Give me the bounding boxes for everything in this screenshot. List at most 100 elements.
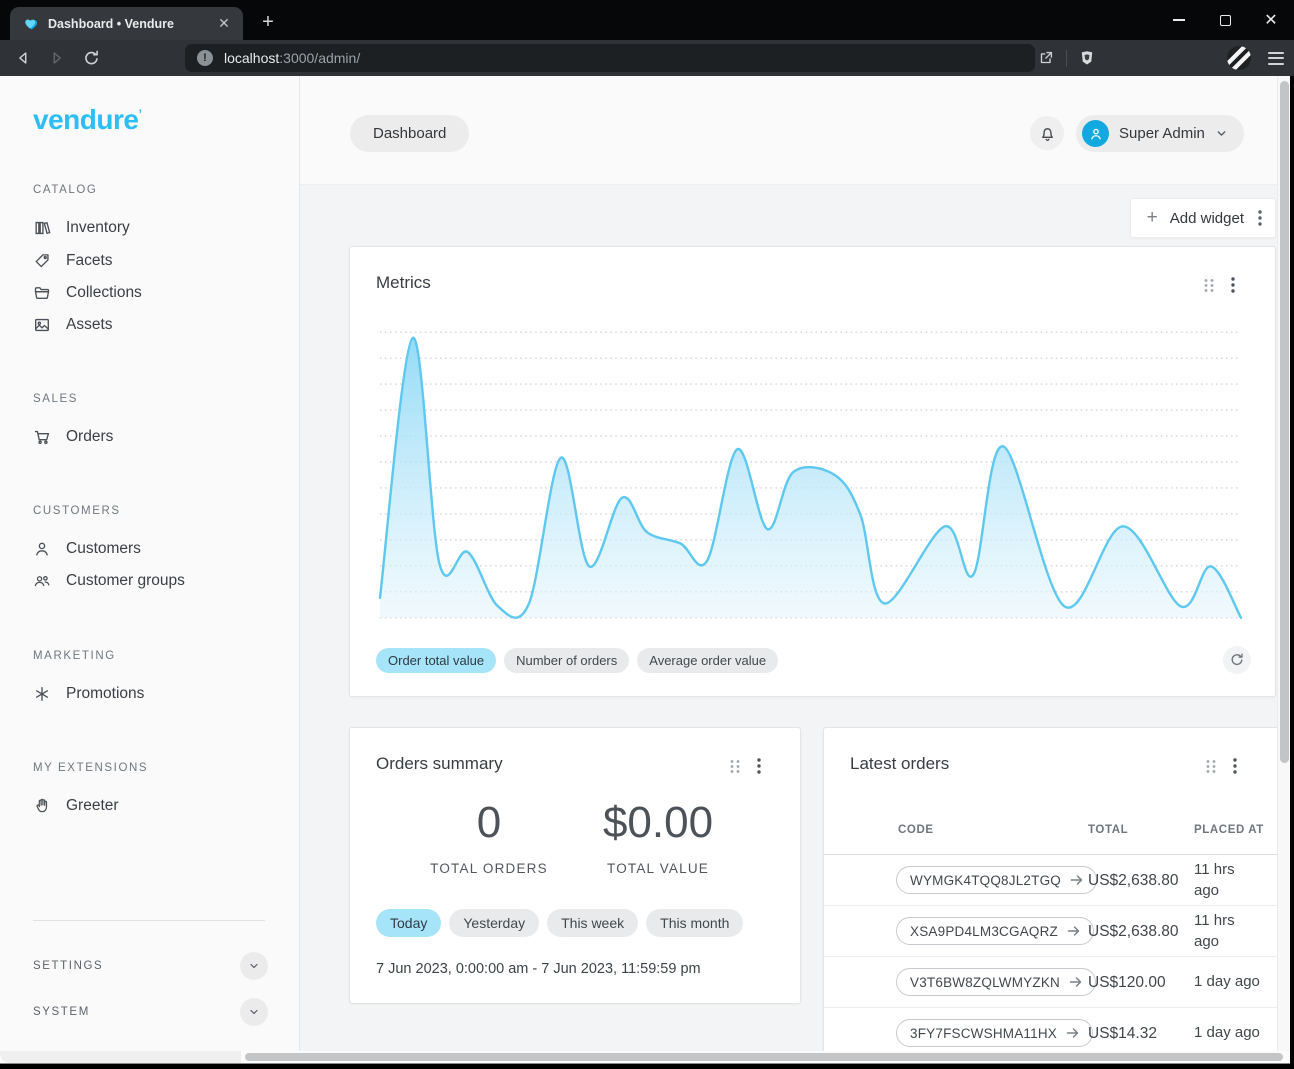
chip-order-total-value[interactable]: Order total value [376, 648, 496, 673]
browser-menu-button[interactable] [1268, 52, 1284, 65]
chip-this-month[interactable]: This month [646, 909, 743, 937]
sidebar-item-label: Inventory [66, 219, 130, 237]
date-range-text: 7 Jun 2023, 0:00:00 am - 7 Jun 2023, 11:… [376, 961, 701, 977]
order-code-link[interactable]: WYMGK4TQQ8JL2TGQ [896, 866, 1097, 894]
table-header-row: CODE TOTAL PLACED AT [824, 816, 1277, 854]
tab-close-icon[interactable]: ✕ [215, 15, 233, 33]
chip-this-week[interactable]: This week [547, 909, 638, 937]
folder-icon [33, 284, 51, 302]
section-label-sales: SALES [33, 393, 78, 405]
order-total: US$120.00 [1088, 957, 1166, 1008]
browser-profile-avatar[interactable] [1227, 46, 1251, 70]
user-menu[interactable]: Super Admin [1076, 115, 1244, 152]
cart-icon [33, 428, 51, 446]
sidebar-section-system[interactable]: SYSTEM [0, 998, 300, 1026]
horizontal-scrollbar-track-corner [0, 1051, 241, 1063]
section-label-settings: SETTINGS [33, 960, 240, 972]
plus-icon: + [1147, 207, 1158, 229]
window-controls: ✕ [1156, 0, 1294, 40]
user-avatar [1082, 120, 1109, 147]
share-icon [1037, 49, 1055, 67]
reload-button[interactable] [80, 47, 102, 69]
metrics-widget: Metrics [349, 246, 1276, 697]
total-orders-value: 0 [409, 798, 569, 848]
order-code-link[interactable]: XSA9PD4LM3CGAQRZ [896, 917, 1094, 945]
widget-kebab-menu[interactable] [1231, 277, 1235, 293]
back-button[interactable] [12, 47, 34, 69]
add-widget-button[interactable]: Add widget [1170, 210, 1244, 227]
chip-yesterday[interactable]: Yesterday [449, 909, 539, 937]
widget-kebab-menu[interactable] [1233, 758, 1237, 774]
widget-title: Orders summary [376, 754, 503, 774]
maximize-icon [1220, 15, 1231, 26]
arrow-right-icon [1070, 874, 1083, 886]
date-range-chips: Today Yesterday This week This month [376, 909, 743, 937]
share-button[interactable] [1035, 47, 1057, 69]
section-label-my-extensions: MY EXTENSIONS [33, 762, 148, 774]
forward-button[interactable] [46, 47, 68, 69]
widget-kebab-menu[interactable] [757, 758, 761, 774]
total-orders-label: TOTAL ORDERS [409, 861, 569, 876]
window-minimize-button[interactable] [1156, 0, 1202, 40]
sidebar-item-orders[interactable]: Orders [0, 424, 300, 450]
window-maximize-button[interactable] [1202, 0, 1248, 40]
sidebar-item-label: Customers [66, 540, 141, 558]
table-row: 3FY7FSCWSHMA11HX US$14.32 1 day ago [824, 1007, 1277, 1051]
column-header-code: CODE [898, 824, 934, 836]
total-value-label: TOTAL VALUE [578, 861, 738, 876]
browser-toolbar: ! localhost:3000/admin/ [0, 40, 1294, 76]
section-label-customers: CUSTOMERS [33, 505, 121, 517]
image-icon [33, 316, 51, 334]
sidebar-item-inventory[interactable]: Inventory [0, 215, 300, 241]
browser-tab[interactable]: Dashboard • Vendure ✕ [10, 7, 243, 40]
order-total: US$2,638.80 [1088, 855, 1179, 906]
drag-handle-icon[interactable] [1203, 278, 1215, 293]
tag-icon [33, 252, 51, 270]
sidebar-item-greeter[interactable]: Greeter [0, 793, 300, 819]
app-header: Dashboard Super Admin [300, 76, 1277, 185]
asterisk-icon [33, 685, 51, 703]
sidebar-item-assets[interactable]: Assets [0, 312, 300, 338]
browser-titlebar: Dashboard • Vendure ✕ + ✕ [0, 0, 1294, 40]
latest-orders-widget: Latest orders CODE TOTAL PLACED AT WYMGK… [823, 727, 1277, 1051]
notifications-button[interactable] [1030, 116, 1064, 150]
sidebar-item-label: Facets [66, 252, 113, 270]
settings-expand-button[interactable] [240, 952, 268, 980]
sidebar-item-promotions[interactable]: Promotions [0, 681, 300, 707]
sidebar-item-customer-groups[interactable]: Customer groups [0, 568, 300, 594]
chip-today[interactable]: Today [376, 909, 441, 937]
toolbar-right [1035, 40, 1284, 76]
refresh-button[interactable] [1223, 646, 1251, 674]
system-expand-button[interactable] [240, 998, 268, 1026]
order-code-link[interactable]: 3FY7FSCWSHMA11HX [896, 1019, 1093, 1047]
bell-icon [1038, 124, 1057, 143]
order-code-link[interactable]: V3T6BW8ZQLWMYZKN [896, 968, 1096, 996]
order-total: US$2,638.80 [1088, 906, 1179, 957]
vendure-favicon-icon [23, 16, 39, 32]
sidebar-item-collections[interactable]: Collections [0, 280, 300, 306]
sidebar-item-customers[interactable]: Customers [0, 536, 300, 562]
drag-handle-icon[interactable] [729, 759, 741, 774]
sidebar-section-settings[interactable]: SETTINGS [0, 952, 300, 980]
chip-average-order-value[interactable]: Average order value [637, 648, 778, 673]
window-close-button[interactable]: ✕ [1248, 0, 1294, 40]
brave-shield-button[interactable] [1076, 47, 1098, 69]
new-tab-button[interactable]: + [256, 10, 280, 34]
column-header-total: TOTAL [1088, 824, 1128, 836]
chip-number-of-orders[interactable]: Number of orders [504, 648, 629, 673]
add-widget-kebab-menu[interactable] [1258, 210, 1262, 226]
chevron-down-icon [248, 960, 260, 972]
vertical-scrollbar [1277, 76, 1290, 1051]
close-icon: ✕ [1264, 10, 1277, 30]
drag-handle-icon[interactable] [1205, 759, 1217, 774]
sidebar-item-facets[interactable]: Facets [0, 248, 300, 274]
page-title[interactable]: Dashboard [350, 115, 469, 152]
site-info-icon[interactable]: ! [197, 50, 213, 66]
brave-shield-icon [1078, 49, 1096, 67]
sidebar-item-label: Orders [66, 428, 113, 446]
horizontal-scrollbar-thumb[interactable] [245, 1053, 1283, 1061]
chart-area-fill [380, 338, 1241, 618]
vertical-scrollbar-thumb[interactable] [1280, 81, 1289, 763]
arrow-right-icon [1066, 1027, 1079, 1039]
url-bar[interactable]: ! localhost:3000/admin/ [185, 44, 1035, 72]
